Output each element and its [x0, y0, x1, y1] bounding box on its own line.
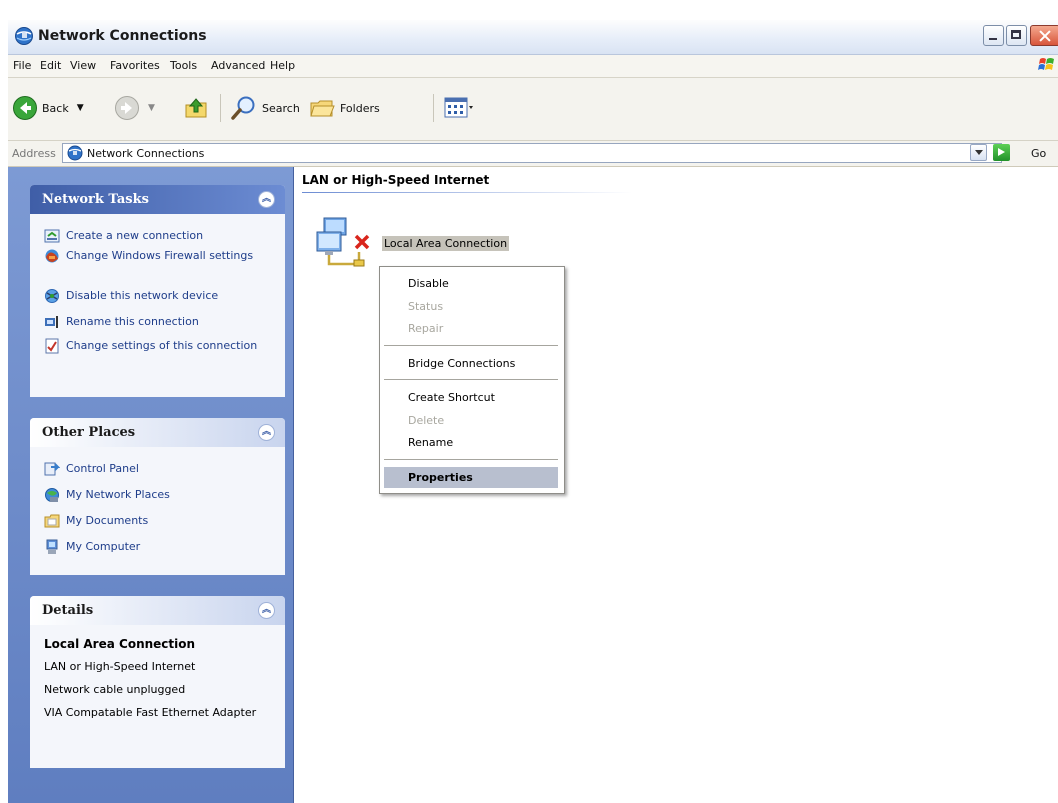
toolbar: Back ▼ ▼ Search Folders — [8, 78, 1058, 141]
collapse-chevron-icon[interactable]: ︽ — [258, 191, 275, 208]
rename-icon — [45, 316, 58, 328]
maximize-button[interactable] — [1006, 25, 1027, 46]
place-label: My Documents — [66, 514, 149, 527]
menu-advanced[interactable]: Advanced — [211, 59, 265, 72]
folders-button[interactable]: Folders — [308, 92, 380, 124]
other-places-panel: Other Places ︽ Control Panel My Network … — [30, 418, 285, 575]
collapse-chevron-icon[interactable]: ︽ — [258, 424, 275, 441]
menu-item-repair[interactable]: Repair — [408, 322, 443, 335]
details-adapter: VIA Compatable Fast Ethernet Adapter — [44, 706, 257, 719]
details-status: Network cable unplugged — [44, 683, 186, 696]
network-tasks-panel: Network Tasks ︽ Create a new connection — [30, 185, 285, 397]
back-arrow-icon — [13, 96, 37, 120]
address-label: Address — [12, 147, 56, 160]
details-title: Details — [42, 603, 94, 618]
menu-item-status[interactable]: Status — [408, 300, 443, 313]
folders-icon — [310, 100, 335, 117]
search-label: Search — [262, 101, 300, 115]
minimize-button[interactable] — [983, 25, 1004, 46]
task-label: Rename this connection — [66, 315, 199, 328]
menu-help[interactable]: Help — [270, 59, 295, 72]
network-connections-icon — [67, 145, 83, 161]
network-connections-icon — [15, 27, 33, 45]
title-bar[interactable]: Network Connections — [8, 20, 1058, 55]
views-icon — [444, 97, 473, 118]
address-field[interactable]: Network Connections — [62, 143, 1002, 163]
address-bar: Address Network Connections Go — [8, 141, 1058, 167]
task-label: Change settings of this connection — [66, 339, 258, 352]
back-label: Back — [42, 101, 69, 115]
menu-file[interactable]: File — [13, 59, 31, 72]
menu-separator — [384, 379, 558, 380]
section-divider — [302, 192, 632, 193]
search-icon — [231, 96, 255, 120]
details-type: LAN or High-Speed Internet — [44, 660, 196, 673]
menu-bar: File Edit View Favorites Tools Advanced … — [8, 55, 1058, 78]
menu-item-properties[interactable]: Properties — [408, 471, 473, 484]
documents-icon — [44, 514, 60, 528]
explorer-window: Network Connections File Edit View Favor… — [0, 0, 1058, 803]
new-connection-icon — [44, 229, 60, 243]
go-arrow-icon[interactable] — [993, 144, 1010, 161]
back-dropdown-icon[interactable]: ▼ — [77, 103, 84, 113]
menu-item-bridge-connections[interactable]: Bridge Connections — [408, 357, 515, 370]
menu-separator — [384, 459, 558, 460]
disable-device-icon — [45, 289, 59, 303]
search-button[interactable]: Search — [230, 92, 300, 124]
section-title: LAN or High-Speed Internet — [302, 173, 490, 187]
forward-dropdown-icon[interactable]: ▼ — [148, 103, 155, 113]
task-pane: Network Tasks ︽ Create a new connection — [8, 167, 294, 803]
firewall-icon — [45, 249, 59, 263]
menu-item-create-shortcut[interactable]: Create Shortcut — [408, 391, 495, 404]
context-menu: Disable Status Repair Bridge Connections… — [379, 266, 565, 494]
menu-separator — [384, 345, 558, 346]
task-label: Change Windows Firewall settings — [66, 249, 254, 262]
menu-view[interactable]: View — [70, 59, 96, 72]
place-label: Control Panel — [66, 462, 139, 475]
window-title: Network Connections — [38, 28, 207, 44]
details-name: Local Area Connection — [44, 637, 196, 651]
lan-connection-icon[interactable] — [314, 212, 378, 276]
task-label: Create a new connection — [66, 229, 204, 242]
connection-label[interactable]: Local Area Connection — [382, 236, 510, 251]
menu-item-rename[interactable]: Rename — [408, 436, 453, 449]
network-tasks-header[interactable]: Network Tasks ︽ — [30, 185, 285, 214]
views-button[interactable] — [444, 92, 474, 124]
details-header[interactable]: Details ︽ — [30, 596, 285, 625]
address-value: Network Connections — [87, 147, 205, 160]
menu-tools[interactable]: Tools — [170, 59, 197, 72]
place-label: My Network Places — [66, 488, 170, 501]
place-label: My Computer — [66, 540, 141, 553]
settings-icon — [45, 338, 59, 354]
menu-favorites[interactable]: Favorites — [110, 59, 160, 72]
toolbar-separator — [220, 94, 221, 122]
collapse-chevron-icon[interactable]: ︽ — [258, 602, 275, 619]
up-folder-icon — [185, 98, 207, 118]
control-panel-icon — [44, 462, 60, 476]
task-label: Disable this network device — [66, 289, 219, 302]
menu-item-disable[interactable]: Disable — [408, 277, 449, 290]
back-button[interactable]: Back ▼ — [12, 92, 84, 124]
forward-button[interactable]: ▼ — [114, 92, 155, 124]
computer-icon — [46, 539, 58, 554]
forward-arrow-icon — [115, 96, 139, 120]
up-folder-button[interactable] — [183, 92, 209, 124]
menu-item-delete[interactable]: Delete — [408, 414, 444, 427]
other-places-header[interactable]: Other Places ︽ — [30, 418, 285, 447]
network-tasks-title: Network Tasks — [42, 192, 149, 207]
network-places-icon — [45, 488, 59, 502]
go-button[interactable]: Go — [1031, 147, 1046, 160]
details-panel: Details ︽ Local Area Connection LAN or H… — [30, 596, 285, 768]
folders-label: Folders — [340, 101, 380, 115]
menu-edit[interactable]: Edit — [40, 59, 61, 72]
address-dropdown-button[interactable] — [970, 144, 987, 161]
close-button[interactable] — [1030, 25, 1058, 46]
toolbar-separator — [433, 94, 434, 122]
windows-flag-icon — [1038, 58, 1054, 70]
other-places-title: Other Places — [42, 425, 136, 440]
